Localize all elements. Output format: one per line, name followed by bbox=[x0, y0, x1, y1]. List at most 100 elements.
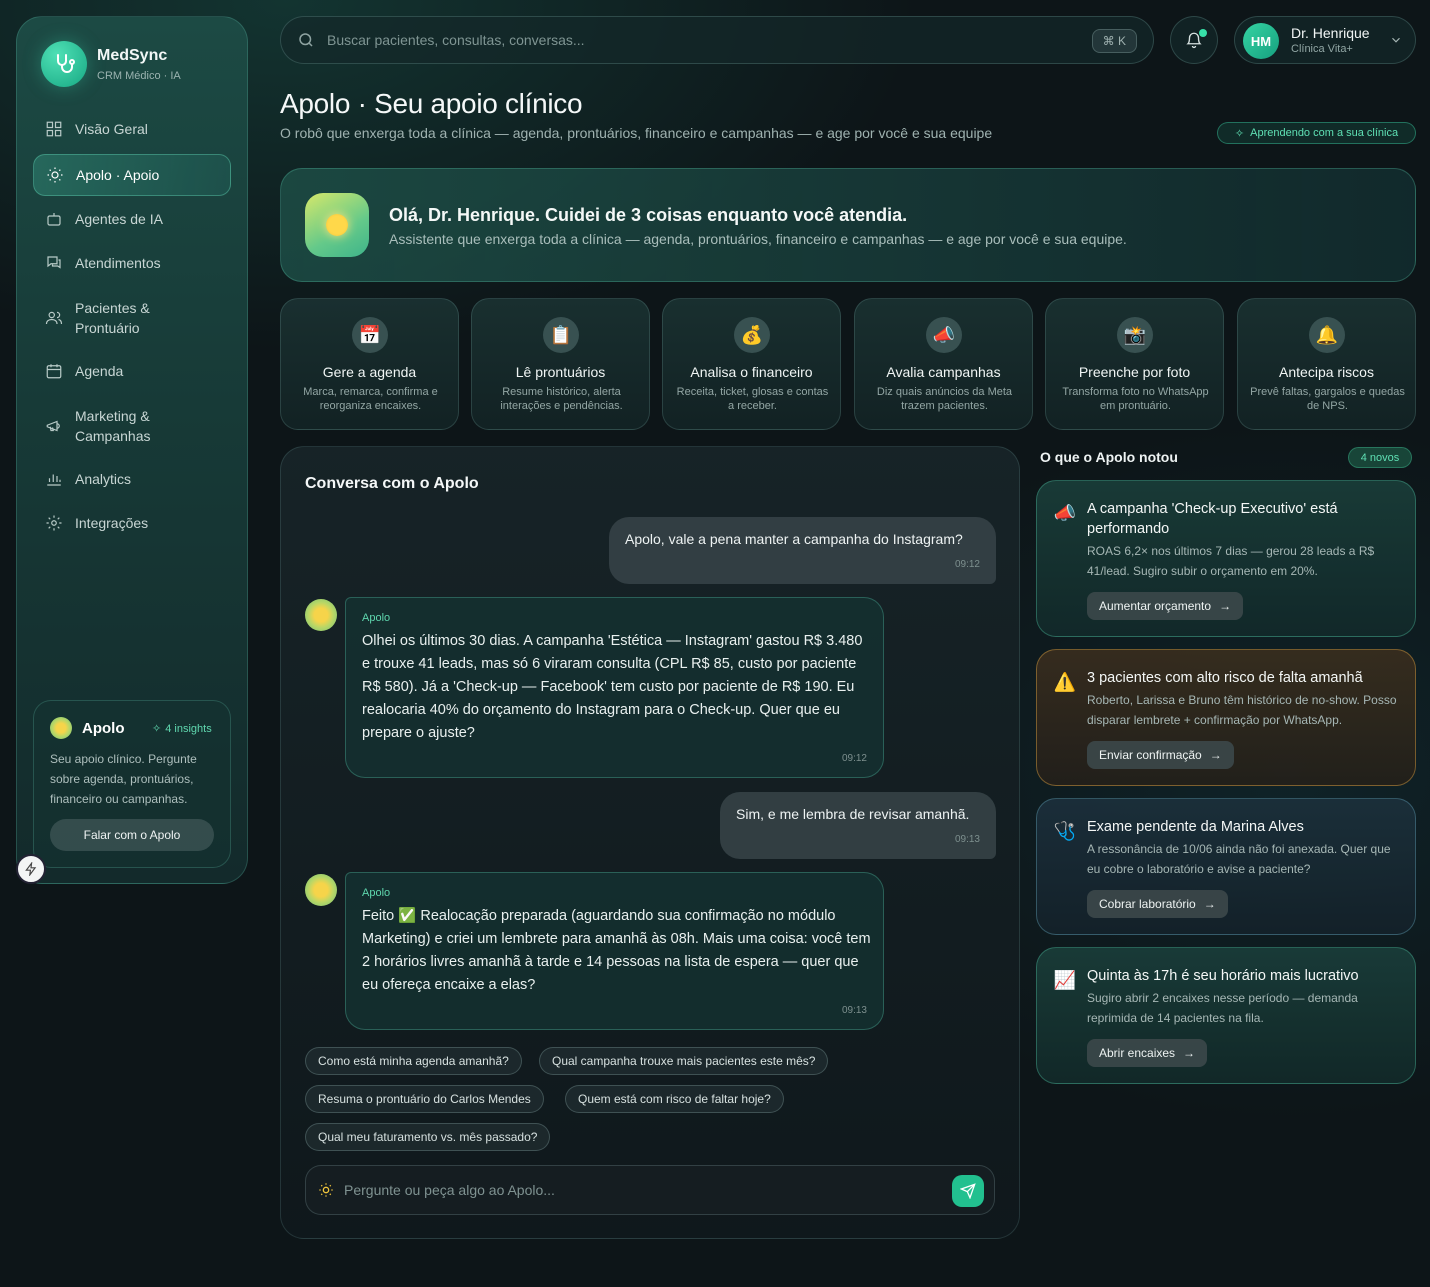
avatar: HM bbox=[1243, 23, 1279, 59]
sidebar-item-analytics[interactable]: Analytics bbox=[33, 459, 231, 499]
insight-desc: Sugiro abrir 2 encaixes nesse período — … bbox=[1087, 991, 1358, 1025]
robot-icon bbox=[45, 210, 63, 228]
shortcut-hint: ⌘ K bbox=[1091, 29, 1137, 53]
sparkle-icon: ✧ bbox=[1234, 127, 1245, 140]
capability-desc: Marca, remarca, confirma e reorganiza en… bbox=[303, 386, 438, 412]
capability-card-agenda[interactable]: 📅 Gere a agenda Marca, remarca, confirma… bbox=[280, 298, 459, 430]
greeting-banner: Olá, Dr. Henrique. Cuidei de 3 coisas en… bbox=[280, 168, 1416, 282]
message-text: Olhei os últimos 30 dias. A campanha 'Es… bbox=[362, 633, 863, 741]
capability-card-financeiro[interactable]: 💰 Analisa o financeiro Receita, ticket, … bbox=[662, 298, 841, 430]
camera-icon: 📸 bbox=[1117, 317, 1153, 353]
sidebar-item-label: Pacientes & Prontuário bbox=[75, 300, 150, 336]
chat-composer[interactable]: Pergunte ou peça algo ao Apolo... bbox=[305, 1165, 995, 1215]
insights-badge: 4 novos bbox=[1348, 447, 1412, 468]
suggestion-chip[interactable]: Qual campanha trouxe mais pacientes este… bbox=[539, 1047, 829, 1075]
send-confirmation-button[interactable]: Enviar confirmação → bbox=[1087, 741, 1234, 769]
message-time: 09:13 bbox=[841, 1005, 867, 1016]
calendar-icon bbox=[45, 362, 63, 380]
notifications-button[interactable] bbox=[1170, 16, 1218, 64]
bolt-icon[interactable] bbox=[16, 854, 46, 884]
send-button[interactable] bbox=[952, 1175, 984, 1207]
insight-title: 3 pacientes com alto risco de falta aman… bbox=[1087, 670, 1363, 686]
sidebar-item-marketing[interactable]: Marketing & Campanhas bbox=[33, 401, 231, 451]
insights-count: ✧ 4 insights bbox=[152, 722, 212, 736]
sidebar-item-integracoes[interactable]: Integrações bbox=[33, 503, 231, 543]
apolo-avatar bbox=[50, 717, 72, 739]
suggestion-chip[interactable]: Como está minha agenda amanhã? bbox=[305, 1047, 522, 1075]
capability-card-prontuarios[interactable]: 📋 Lê prontuários Resume histórico, alert… bbox=[471, 298, 650, 430]
sidebar-item-agenda[interactable]: Agenda bbox=[33, 351, 231, 391]
sidebar-item-label: Visão Geral bbox=[75, 121, 148, 137]
stethoscope-icon: 🩺 bbox=[1053, 820, 1077, 841]
talk-to-apolo-button[interactable]: Falar com o Apolo bbox=[50, 819, 214, 851]
insight-card: 📈 Quinta às 17h é seu horário mais lucra… bbox=[1036, 947, 1416, 1084]
message-time: 09:12 bbox=[954, 559, 980, 570]
capability-title: Lê prontuários bbox=[515, 364, 606, 380]
apolo-card-description: Seu apoio clínico. Pergunte sobre agenda… bbox=[50, 752, 197, 806]
capability-card-foto[interactable]: 📸 Preenche por foto Transforma foto no W… bbox=[1045, 298, 1224, 430]
sidebar-item-label: Agenda bbox=[75, 363, 124, 379]
sidebar-item-label: Integrações bbox=[75, 515, 149, 531]
sidebar-item-label: Atendimentos bbox=[75, 255, 161, 271]
suggestion-chip[interactable]: Quem está com risco de faltar hoje? bbox=[565, 1085, 784, 1113]
megaphone-icon: 📣 bbox=[1053, 502, 1077, 523]
money-bag-icon: 💰 bbox=[734, 317, 770, 353]
user-menu[interactable]: HM Dr. Henrique Clínica Vita+ bbox=[1234, 16, 1416, 64]
stethoscope-icon[interactable] bbox=[41, 41, 87, 87]
apolo-sidebar-card: Apolo ✧ 4 insights Seu apoio clínico. Pe… bbox=[33, 700, 231, 868]
insight-desc: ROAS 6,2× nos últimos 7 dias — gerou 28 … bbox=[1087, 544, 1375, 578]
capability-desc: Prevê faltas, gargalos e quedas de NPS. bbox=[1250, 386, 1405, 412]
search-icon bbox=[297, 31, 315, 49]
message-text: Sim, e me lembra de revisar amanhã. bbox=[736, 806, 970, 822]
suggestion-chip[interactable]: Qual meu faturamento vs. mês passado? bbox=[305, 1123, 551, 1151]
capability-title: Antecipa riscos bbox=[1279, 364, 1374, 380]
capability-desc: Transforma foto no WhatsApp em prontuári… bbox=[1062, 386, 1209, 412]
greeting-title: Olá, Dr. Henrique. Cuidei de 3 coisas en… bbox=[389, 205, 908, 225]
sidebar-item-apolo[interactable]: Apolo · Apoio bbox=[33, 154, 231, 196]
user-name: Dr. Henrique bbox=[1291, 25, 1370, 41]
message-time: 09:13 bbox=[954, 834, 980, 845]
insight-desc: A ressonância de 10/06 ainda não foi ane… bbox=[1087, 842, 1391, 876]
megaphone-icon bbox=[45, 417, 63, 435]
chat-panel: Conversa com o Apolo Apolo, vale a pena … bbox=[280, 446, 1020, 1239]
page-subtitle: O robô que enxerga toda a clínica — agen… bbox=[280, 125, 993, 141]
bot-message: Apolo Olhei os últimos 30 dias. A campan… bbox=[345, 597, 884, 778]
calendar-icon: 📅 bbox=[352, 317, 388, 353]
arrow-right-icon: → bbox=[1209, 748, 1222, 762]
open-slots-button[interactable]: Abrir encaixes → bbox=[1087, 1039, 1208, 1067]
capability-title: Preenche por foto bbox=[1078, 364, 1191, 380]
greeting-subtitle: Assistente que enxerga toda a clínica — … bbox=[389, 231, 1127, 247]
chat-icon bbox=[45, 254, 63, 272]
increase-budget-button[interactable]: Aumentar orçamento → bbox=[1087, 592, 1244, 620]
charge-lab-button[interactable]: Cobrar laboratório → bbox=[1087, 890, 1228, 918]
search-bar[interactable]: Buscar pacientes, consultas, conversas..… bbox=[280, 16, 1154, 64]
user-message: Sim, e me lembra de revisar amanhã. 09:1… bbox=[720, 792, 996, 859]
message-time: 09:12 bbox=[841, 753, 867, 764]
sidebar-item-visao-geral[interactable]: Visão Geral bbox=[33, 109, 231, 149]
sidebar-item-label: Analytics bbox=[75, 471, 132, 487]
sidebar-item-agentes[interactable]: Agentes de IA bbox=[33, 199, 231, 239]
bell-icon: 🔔 bbox=[1309, 317, 1345, 353]
insight-desc: Roberto, Larissa e Bruno têm histórico d… bbox=[1087, 693, 1397, 727]
sidebar-item-atendimentos[interactable]: Atendimentos bbox=[33, 243, 231, 283]
sidebar-item-pacientes[interactable]: Pacientes & Prontuário bbox=[33, 293, 231, 343]
insight-card: 📣 A campanha 'Check-up Executivo' está p… bbox=[1036, 480, 1416, 637]
send-icon bbox=[960, 1183, 976, 1199]
capability-card-riscos[interactable]: 🔔 Antecipa riscos Prevê faltas, gargalos… bbox=[1237, 298, 1416, 430]
search-input[interactable]: Buscar pacientes, consultas, conversas..… bbox=[327, 32, 585, 48]
sender-name: Apolo bbox=[362, 887, 391, 899]
arrow-right-icon: → bbox=[1219, 599, 1232, 613]
capability-title: Gere a agenda bbox=[322, 364, 417, 380]
insights-title: O que o Apolo notou bbox=[1040, 449, 1178, 465]
capability-card-campanhas[interactable]: 📣 Avalia campanhas Diz quais anúncios da… bbox=[854, 298, 1033, 430]
chevron-down-icon bbox=[1389, 33, 1403, 52]
users-icon bbox=[45, 309, 63, 327]
chat-input[interactable]: Pergunte ou peça algo ao Apolo... bbox=[344, 1182, 555, 1198]
megaphone-icon: 📣 bbox=[926, 317, 962, 353]
capability-title: Avalia campanhas bbox=[886, 364, 1001, 380]
insight-title: Exame pendente da Marina Alves bbox=[1087, 819, 1304, 835]
sidebar-item-label: Marketing & Campanhas bbox=[75, 408, 151, 444]
suggestion-chip[interactable]: Resuma o prontuário do Carlos Mendes bbox=[305, 1085, 544, 1113]
message-text: Feito ✅ Realocação preparada (aguardando… bbox=[362, 908, 871, 993]
capability-title: Analisa o financeiro bbox=[690, 364, 813, 380]
